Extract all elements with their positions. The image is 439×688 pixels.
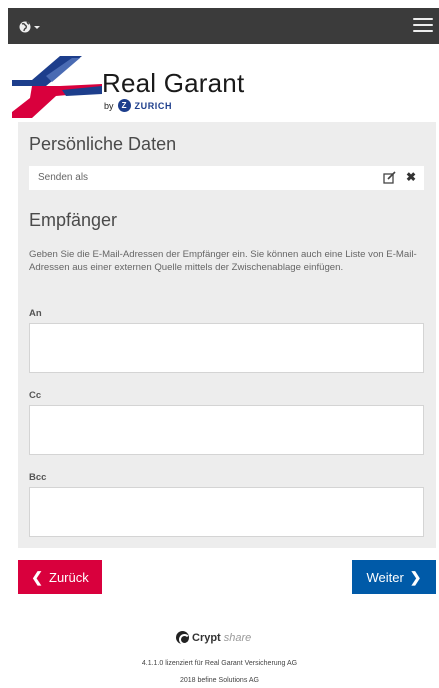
close-icon[interactable]: ✖ bbox=[406, 170, 416, 184]
cc-field[interactable] bbox=[29, 405, 424, 455]
version-line: 4.1.1.0 lizenziert für Real Garant Versi… bbox=[141, 660, 298, 667]
next-button[interactable]: Weiter ❯ bbox=[352, 560, 436, 594]
sender-row: Senden als ✖ bbox=[29, 166, 424, 190]
language-selector[interactable] bbox=[18, 18, 48, 36]
sender-label: Senden als bbox=[38, 172, 89, 183]
real-garant-mark-icon bbox=[12, 56, 102, 118]
recipients-title: Empfänger bbox=[29, 210, 118, 230]
form-panel: Persönliche Daten Senden als ✖ Empfänger… bbox=[18, 122, 436, 548]
brand-subline: by Z ZURICH bbox=[104, 99, 172, 112]
chevron-left-icon: ❮ bbox=[31, 568, 43, 585]
copyright-line: 2018 befine Solutions AG bbox=[179, 677, 259, 684]
hamburger-menu-button[interactable] bbox=[413, 18, 433, 34]
product-main: Crypt bbox=[192, 631, 221, 644]
bcc-label: Bcc bbox=[29, 472, 47, 483]
to-label: An bbox=[29, 308, 42, 319]
cryptshare-logo: Crypt share bbox=[176, 631, 252, 645]
back-button[interactable]: ❮ Zurück bbox=[18, 560, 102, 594]
brand-name: Real Garant bbox=[102, 68, 245, 98]
bcc-field[interactable] bbox=[29, 487, 424, 537]
next-button-label: Weiter bbox=[366, 569, 404, 585]
globe-icon bbox=[19, 21, 40, 33]
edit-icon[interactable] bbox=[383, 171, 396, 184]
top-navbar bbox=[8, 8, 439, 44]
back-button-label: Zurück bbox=[49, 569, 89, 585]
brand-partner: ZURICH bbox=[134, 100, 173, 111]
cc-label: Cc bbox=[29, 390, 42, 401]
to-field[interactable] bbox=[29, 323, 424, 373]
chevron-right-icon: ❯ bbox=[409, 568, 422, 585]
cryptshare-icon bbox=[176, 631, 190, 645]
product-suffix: share bbox=[223, 631, 252, 644]
zurich-icon: Z bbox=[117, 99, 131, 112]
recipients-description: Geben Sie die E-Mail-Adressen der Empfän… bbox=[29, 249, 417, 273]
brand-by: by bbox=[104, 100, 114, 111]
personal-data-title: Persönliche Daten bbox=[29, 134, 177, 154]
